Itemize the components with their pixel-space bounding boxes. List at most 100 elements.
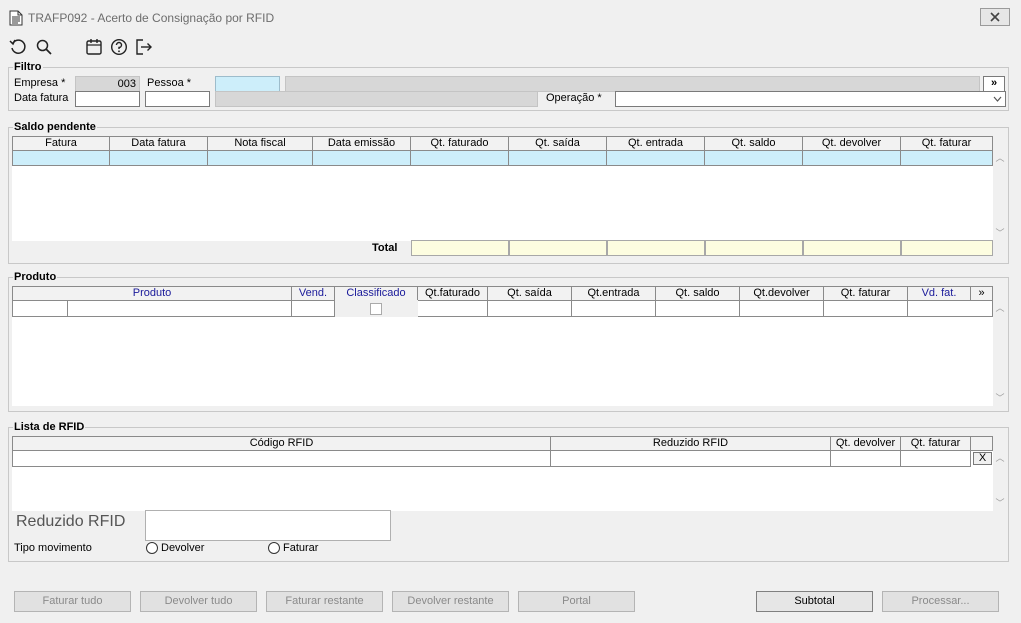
saldo-cell-4[interactable] [411, 150, 509, 166]
saldo-cell-6[interactable] [607, 150, 705, 166]
faturar-radio[interactable] [268, 542, 280, 554]
rfid-col-header-1[interactable]: Reduzido RFID [551, 436, 831, 451]
produto-col-header-7[interactable]: Qt.devolver [740, 286, 824, 301]
document-icon [9, 10, 23, 26]
filtro-readonly-field [215, 91, 538, 107]
produto-col-header-4[interactable]: Qt. saída [488, 286, 572, 301]
produto-cell-2[interactable] [292, 300, 335, 317]
saldo-total-cell-0 [411, 240, 509, 256]
close-icon [990, 12, 1000, 22]
rfid-title: Lista de RFID [13, 421, 86, 433]
refresh-button[interactable] [8, 37, 28, 57]
saldo-cell-7[interactable] [705, 150, 803, 166]
processar-button[interactable]: Processar... [882, 591, 999, 612]
faturar-tudo-button[interactable]: Faturar tudo [14, 591, 131, 612]
reduzido-rfid-input[interactable] [145, 510, 391, 541]
rfid-cell-1[interactable] [551, 450, 831, 467]
rfid-col-header-4[interactable] [971, 436, 993, 451]
produto-title: Produto [13, 271, 58, 283]
subtotal-button[interactable]: Subtotal [756, 591, 873, 612]
data-fatura-start-field[interactable] [75, 91, 140, 107]
produto-cell-0[interactable] [12, 300, 68, 317]
faturar-radio-label[interactable]: Faturar [283, 542, 318, 554]
saldo-scroll-up-icon[interactable]: ︿ [994, 153, 1006, 163]
rfid-col-header-2[interactable]: Qt. devolver [831, 436, 901, 451]
saldo-col-header-5[interactable]: Qt. saída [509, 136, 607, 151]
produto-cell-5[interactable] [488, 300, 572, 317]
pessoa-code-field[interactable] [215, 76, 280, 92]
saldo-col-header-3[interactable]: Data emissão [313, 136, 411, 151]
produto-cell-10[interactable] [908, 300, 993, 317]
rfid-cell-2[interactable] [831, 450, 901, 467]
produto-cell-4[interactable] [418, 300, 488, 317]
operacao-select[interactable] [615, 91, 1006, 107]
rfid-col-header-3[interactable]: Qt. faturar [901, 436, 971, 451]
devolver-radio-label[interactable]: Devolver [161, 542, 204, 554]
search-button[interactable] [34, 37, 54, 57]
saldo-col-header-9[interactable]: Qt. faturar [901, 136, 993, 151]
reduzido-rfid-label: Reduzido RFID [16, 513, 126, 530]
devolver-radio[interactable] [146, 542, 158, 554]
produto-col-header-6[interactable]: Qt. saldo [656, 286, 740, 301]
exit-button[interactable] [134, 37, 154, 57]
devolver-restante-button[interactable]: Devolver restante [392, 591, 509, 612]
produto-cell-6[interactable] [572, 300, 656, 317]
saldo-total-cell-3 [705, 240, 803, 256]
rfid-scroll-up-icon[interactable]: ︿ [994, 453, 1006, 463]
classificado-checkbox[interactable] [370, 303, 382, 315]
search-icon [36, 39, 52, 55]
saldo-cell-5[interactable] [509, 150, 607, 166]
saldo-cell-1[interactable] [110, 150, 208, 166]
rfid-scroll-down-icon[interactable]: ﹀ [994, 498, 1006, 508]
saldo-cell-2[interactable] [208, 150, 313, 166]
saldo-cell-9[interactable] [901, 150, 993, 166]
pessoa-name-field [285, 76, 980, 92]
saldo-col-header-7[interactable]: Qt. saldo [705, 136, 803, 151]
saldo-col-header-8[interactable]: Qt. devolver [803, 136, 901, 151]
help-button[interactable] [109, 37, 129, 57]
portal-button[interactable]: Portal [518, 591, 635, 612]
rfid-cell-3[interactable] [901, 450, 971, 467]
produto-col-header-3[interactable]: Qt.faturado [418, 286, 488, 301]
produto-col-header-9[interactable]: Vd. fat. [908, 286, 971, 301]
title-bar: TRAFP092 - Acerto de Consignação por RFI… [0, 0, 1021, 34]
produto-scroll-down-icon[interactable]: ﹀ [994, 393, 1006, 403]
saldo-col-header-6[interactable]: Qt. entrada [607, 136, 705, 151]
pessoa-more-button[interactable]: » [983, 76, 1005, 92]
saldo-cell-3[interactable] [313, 150, 411, 166]
saldo-cell-0[interactable] [12, 150, 110, 166]
data-fatura-end-field[interactable] [145, 91, 210, 107]
refresh-icon [9, 39, 26, 54]
produto-scroll-up-icon[interactable]: ︿ [994, 303, 1006, 313]
saldo-col-header-4[interactable]: Qt. faturado [411, 136, 509, 151]
produto-col-header-1[interactable]: Vend. [292, 286, 335, 301]
exit-icon [136, 39, 152, 55]
calendar-button[interactable] [84, 37, 104, 57]
rfid-remove-button[interactable]: X [973, 452, 992, 465]
saldo-scroll-down-icon[interactable]: ﹀ [994, 228, 1006, 238]
produto-cell-9[interactable] [824, 300, 908, 317]
produto-col-header-5[interactable]: Qt.entrada [572, 286, 656, 301]
devolver-tudo-button[interactable]: Devolver tudo [140, 591, 257, 612]
saldo-total-cell-2 [607, 240, 705, 256]
saldo-col-header-0[interactable]: Fatura [12, 136, 110, 151]
saldo-cell-8[interactable] [803, 150, 901, 166]
saldo-col-header-1[interactable]: Data fatura [110, 136, 208, 151]
saldo-col-header-2[interactable]: Nota fiscal [208, 136, 313, 151]
rfid-cell-0[interactable] [12, 450, 551, 467]
produto-col-header-10[interactable]: » [971, 286, 993, 301]
close-button[interactable] [980, 8, 1010, 26]
produto-cell-7[interactable] [656, 300, 740, 317]
rfid-col-header-0[interactable]: Código RFID [12, 436, 551, 451]
faturar-restante-button[interactable]: Faturar restante [266, 591, 383, 612]
produto-col-header-8[interactable]: Qt. faturar [824, 286, 908, 301]
produto-col-header-0[interactable]: Produto [12, 286, 292, 301]
empresa-field[interactable]: 003 [75, 76, 140, 92]
calendar-icon [86, 39, 102, 55]
produto-cell-1[interactable] [68, 300, 292, 317]
produto-cell-8[interactable] [740, 300, 824, 317]
produto-col-header-2[interactable]: Classificado [335, 286, 418, 301]
saldo-title: Saldo pendente [13, 121, 97, 133]
filtro-title: Filtro [13, 61, 43, 73]
saldo-total-cell-5 [901, 240, 993, 256]
